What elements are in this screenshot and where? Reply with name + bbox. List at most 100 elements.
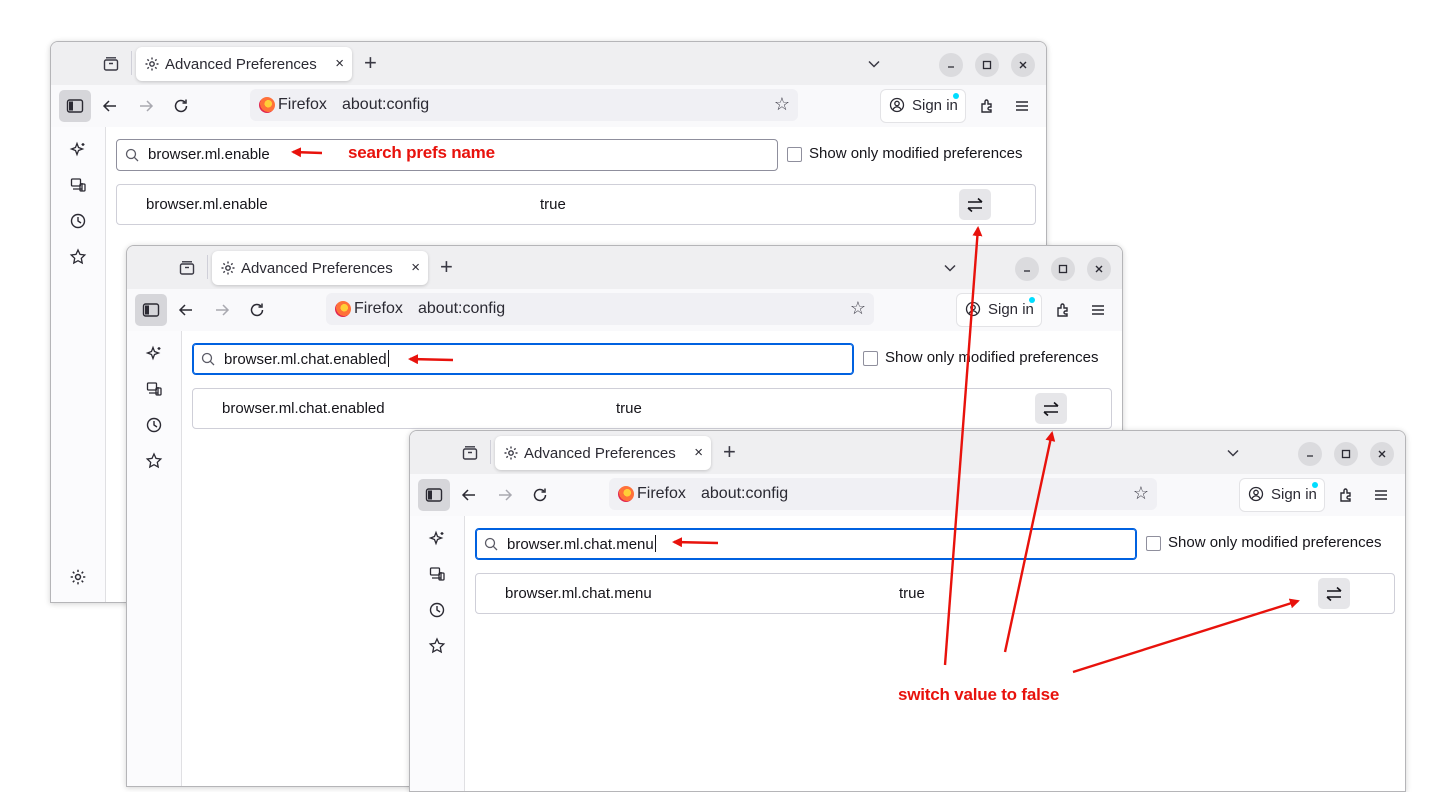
sidebar-icon[interactable] <box>418 479 450 511</box>
pref-value: true <box>616 400 642 417</box>
sign-in-button[interactable]: Sign in <box>880 89 966 123</box>
forward-arrow-icon[interactable] <box>492 482 518 508</box>
bookmark-star-icon[interactable]: ☆ <box>774 94 790 115</box>
url-text[interactable]: about:config <box>418 300 505 318</box>
show-modified-label: Show only modified preferences <box>885 349 1099 366</box>
history-icon[interactable] <box>144 415 164 435</box>
show-modified-checkbox[interactable] <box>787 147 802 162</box>
maximize-icon[interactable] <box>1051 257 1075 281</box>
url-bar[interactable]: Firefox about:config ☆ <box>250 89 798 121</box>
tab-advanced-preferences[interactable]: Advanced Preferences × <box>495 436 711 470</box>
reload-icon[interactable] <box>244 297 270 323</box>
url-bar[interactable]: Firefox about:config ☆ <box>326 293 874 325</box>
sidebar <box>127 331 182 786</box>
toggle-pref-button[interactable] <box>959 189 991 220</box>
minimize-icon[interactable] <box>939 53 963 77</box>
bookmarks-icon[interactable] <box>144 451 164 471</box>
minimize-icon[interactable] <box>1015 257 1039 281</box>
sign-in-label: Sign in <box>1271 486 1317 503</box>
new-tab-button[interactable]: + <box>723 441 736 463</box>
minimize-icon[interactable] <box>1298 442 1322 466</box>
firefox-logo-icon <box>335 301 351 317</box>
extensions-icon[interactable] <box>974 93 1000 119</box>
new-tab-button[interactable]: + <box>440 256 453 278</box>
search-value: browser.ml.enable <box>148 146 270 163</box>
forward-arrow-icon[interactable] <box>209 297 235 323</box>
sidebar-settings-gear-icon[interactable] <box>68 567 88 587</box>
ai-sparkle-icon[interactable] <box>427 529 447 549</box>
tab-groups-icon[interactable] <box>457 440 483 466</box>
tab-close-icon[interactable]: × <box>335 55 344 72</box>
search-value-wrap: browser.ml.chat.enabled <box>224 350 389 368</box>
extensions-icon[interactable] <box>1333 482 1359 508</box>
url-text[interactable]: about:config <box>342 96 429 114</box>
synced-tabs-icon[interactable] <box>427 564 447 584</box>
menu-icon[interactable] <box>1009 93 1035 119</box>
maximize-icon[interactable] <box>1334 442 1358 466</box>
tab-groups-icon[interactable] <box>98 51 124 77</box>
tab-close-icon[interactable]: × <box>694 444 703 461</box>
search-value: browser.ml.chat.menu <box>507 536 654 553</box>
show-modified-label: Show only modified preferences <box>1168 534 1382 551</box>
pref-search-input[interactable]: browser.ml.chat.enabled <box>192 343 854 375</box>
close-icon[interactable] <box>1087 257 1111 281</box>
tab-close-icon[interactable]: × <box>411 259 420 276</box>
chevron-down-icon[interactable] <box>861 51 887 77</box>
show-modified-checkbox[interactable] <box>1146 536 1161 551</box>
tab-groups-icon[interactable] <box>174 255 200 281</box>
nav-toolbar: Firefox about:config ☆ Sign in <box>51 85 1046 128</box>
bookmarks-icon[interactable] <box>68 247 88 267</box>
tab-strip: Advanced Preferences × + <box>127 246 1122 289</box>
reload-icon[interactable] <box>527 482 553 508</box>
show-modified-label: Show only modified preferences <box>809 145 1023 162</box>
synced-tabs-icon[interactable] <box>68 175 88 195</box>
pref-value: true <box>540 196 566 213</box>
search-icon <box>201 352 215 366</box>
text-caret <box>654 535 656 552</box>
url-text[interactable]: about:config <box>701 485 788 503</box>
sidebar-icon[interactable] <box>59 90 91 122</box>
bookmark-star-icon[interactable]: ☆ <box>850 298 866 319</box>
synced-tabs-icon[interactable] <box>144 379 164 399</box>
notification-dot <box>1312 482 1318 488</box>
back-arrow-icon[interactable] <box>456 482 482 508</box>
sidebar-icon[interactable] <box>135 294 167 326</box>
bookmark-star-icon[interactable]: ☆ <box>1133 483 1149 504</box>
account-icon <box>965 301 981 317</box>
pref-search-input[interactable]: browser.ml.chat.menu <box>475 528 1137 560</box>
firefox-logo-icon <box>259 97 275 113</box>
close-icon[interactable] <box>1370 442 1394 466</box>
pref-name: browser.ml.enable <box>146 196 268 213</box>
toggle-pref-button[interactable] <box>1318 578 1350 609</box>
close-icon[interactable] <box>1011 53 1035 77</box>
toggle-pref-button[interactable] <box>1035 393 1067 424</box>
chevron-down-icon[interactable] <box>1220 440 1246 466</box>
show-modified-checkbox[interactable] <box>863 351 878 366</box>
ai-sparkle-icon[interactable] <box>68 140 88 160</box>
chevron-down-icon[interactable] <box>937 255 963 281</box>
sign-in-button[interactable]: Sign in <box>956 293 1042 327</box>
text-caret <box>387 350 389 367</box>
gear-icon <box>503 445 519 461</box>
history-icon[interactable] <box>68 211 88 231</box>
extensions-icon[interactable] <box>1050 297 1076 323</box>
sign-in-button[interactable]: Sign in <box>1239 478 1325 512</box>
gear-icon <box>220 260 236 276</box>
back-arrow-icon[interactable] <box>97 93 123 119</box>
ai-sparkle-icon[interactable] <box>144 344 164 364</box>
tab-advanced-preferences[interactable]: Advanced Preferences × <box>212 251 428 285</box>
tab-title: Advanced Preferences <box>241 260 393 277</box>
history-icon[interactable] <box>427 600 447 620</box>
new-tab-button[interactable]: + <box>364 52 377 74</box>
url-bar[interactable]: Firefox about:config ☆ <box>609 478 1157 510</box>
tab-advanced-preferences[interactable]: Advanced Preferences × <box>136 47 352 81</box>
maximize-icon[interactable] <box>975 53 999 77</box>
menu-icon[interactable] <box>1085 297 1111 323</box>
tab-divider <box>490 440 491 464</box>
menu-icon[interactable] <box>1368 482 1394 508</box>
bookmarks-icon[interactable] <box>427 636 447 656</box>
back-arrow-icon[interactable] <box>173 297 199 323</box>
identity-label: Firefox <box>278 96 327 113</box>
reload-icon[interactable] <box>168 93 194 119</box>
forward-arrow-icon[interactable] <box>133 93 159 119</box>
